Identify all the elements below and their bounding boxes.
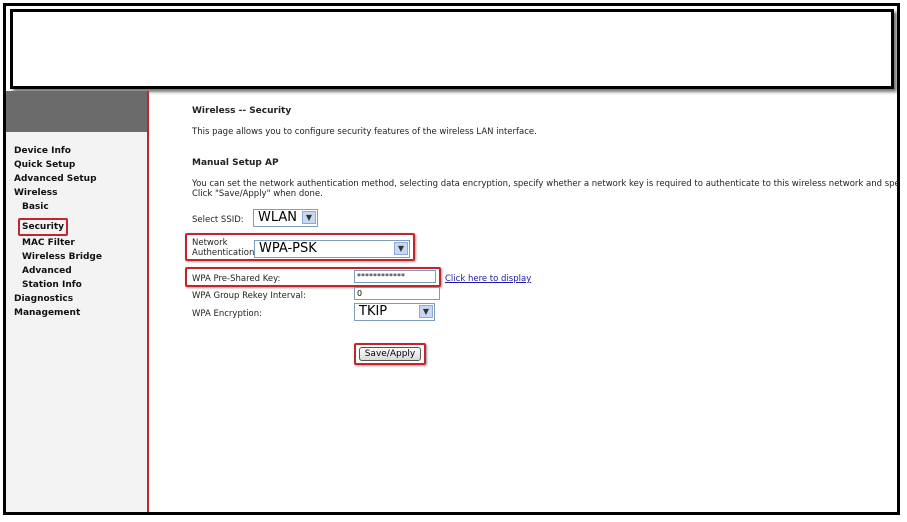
sidebar-item-security[interactable]: Security [18,218,69,236]
section-heading: Manual Setup AP [192,158,279,168]
auth-label-line-2: Authentication: [192,248,258,258]
chevron-down-icon[interactable]: ▼ [394,242,408,255]
rekey-label: WPA Group Rekey Interval: [192,291,306,301]
sidebar-nav: Device Info Quick Setup Advanced Setup Wire… [14,144,102,320]
psk-input[interactable]: ************ [354,270,436,283]
sidebar-item-advanced-setup[interactable]: Advanced Setup [14,172,102,186]
encryption-label: WPA Encryption: [192,309,263,319]
sidebar-item-quick-setup[interactable]: Quick Setup [14,158,102,172]
sidebar-row: Wireless Bridge [14,250,102,264]
description-line-1: You can set the network authentication m… [192,179,900,189]
rekey-input[interactable]: 0 [354,287,440,300]
page-intro: This page allows you to configure securi… [192,127,537,137]
encryption-select-value: TKIP [359,304,388,319]
ssid-select-value: WLAN [258,210,298,225]
sidebar-row: Advanced [14,264,102,278]
sidebar-header [6,91,147,132]
sidebar-row: Advanced Setup [14,172,102,186]
sidebar-item-station-info[interactable]: Station Info [14,278,102,292]
sidebar-item-management[interactable]: Management [14,306,102,320]
sidebar-item-wireless-bridge[interactable]: Wireless Bridge [14,250,102,264]
chevron-down-icon[interactable]: ▼ [419,305,433,318]
sidebar-row: Wireless [14,186,102,200]
sidebar-item-diagnostics[interactable]: Diagnostics [14,292,102,306]
sidebar-item-basic[interactable]: Basic [14,200,102,214]
save-apply-button[interactable]: Save/Apply [359,347,421,361]
sidebar-row: Basic [14,200,102,214]
ssid-select[interactable]: WLAN ▼ [253,209,318,227]
sidebar-row: MAC Filter [14,236,102,250]
sidebar-row: Security [14,214,102,236]
auth-select-value: WPA-PSK [259,241,317,256]
display-key-link[interactable]: Click here to display [445,274,531,284]
sidebar-row: Station Info [14,278,102,292]
sidebar-row: Management [14,306,102,320]
chevron-down-icon[interactable]: ▼ [302,211,316,224]
description-line-2: Click "Save/Apply" when done. [192,189,323,199]
auth-select[interactable]: WPA-PSK ▼ [254,240,410,258]
psk-label: WPA Pre-Shared Key: [192,274,281,284]
sidebar-item-advanced[interactable]: Advanced [14,264,102,278]
auth-label-line-1: Network [192,238,228,248]
sidebar: Device Info Quick Setup Advanced Setup Wire… [6,91,149,512]
ssid-label: Select SSID: [192,215,244,225]
sidebar-item-mac-filter[interactable]: MAC Filter [14,236,102,250]
main-content: Wireless -- Security This page allows yo… [149,91,897,512]
sidebar-row: Quick Setup [14,158,102,172]
encryption-select[interactable]: TKIP ▼ [354,303,435,321]
top-banner [10,9,894,89]
page-title: Wireless -- Security [192,106,292,116]
sidebar-row: Diagnostics [14,292,102,306]
sidebar-item-device-info[interactable]: Device Info [14,144,102,158]
browser-frame: Device Info Quick Setup Advanced Setup Wire… [3,3,900,515]
sidebar-item-wireless[interactable]: Wireless [14,186,102,200]
sidebar-row: Device Info [14,144,102,158]
